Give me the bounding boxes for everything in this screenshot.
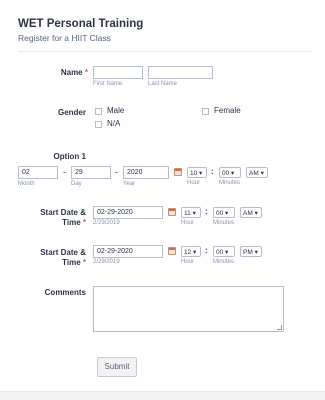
last-name-input[interactable] (148, 66, 213, 79)
hour-value: 11 (184, 210, 191, 217)
first-name-sublabel: First Name (93, 81, 123, 87)
male-option-label: Male (107, 106, 125, 115)
calendar-icon[interactable] (168, 208, 176, 216)
day-sublabel: Day (71, 181, 82, 187)
hour-sublabel: Hour (181, 220, 195, 226)
comments-label: Comments (44, 288, 86, 297)
submit-button[interactable]: Submit (97, 357, 137, 377)
start-hour-select[interactable]: 11 ▾ (181, 207, 201, 218)
month-sublabel: Month (18, 181, 35, 187)
minute-sublabel: Minutes (213, 220, 235, 226)
month-input[interactable]: 02 (18, 166, 58, 179)
header-divider (18, 51, 311, 52)
gender-label: Gender (57, 108, 86, 117)
first-name-input[interactable] (93, 66, 143, 79)
required-mark: * (84, 68, 88, 77)
last-name-sublabel: Last Name (148, 81, 178, 87)
start-label-line1: Start Date & (40, 208, 86, 217)
calendar-icon[interactable] (168, 247, 176, 255)
start-date-time-label: Start Date & Time * (18, 248, 86, 268)
required-mark: * (82, 218, 86, 227)
female-checkbox[interactable] (202, 108, 209, 115)
hour-value: 12 (184, 249, 192, 256)
start-date-time-label: Start Date & Time * (18, 208, 86, 228)
start-minute-select[interactable]: 00 ▾ (213, 207, 235, 218)
ampm-value: AM (249, 170, 259, 177)
chevron-down-icon: ▾ (254, 210, 258, 217)
year-input[interactable]: 2020 (123, 166, 169, 179)
start-ampm-select[interactable]: PM ▾ (240, 246, 262, 257)
calendar-icon[interactable] (174, 168, 182, 176)
male-checkbox[interactable] (95, 108, 102, 115)
option1-label: Option 1 (53, 152, 86, 161)
chevron-down-icon: ▾ (254, 249, 258, 256)
start-label-line2: Time (62, 218, 81, 227)
minute-select[interactable]: 00 ▾ (219, 167, 241, 178)
name-label-text: Name (60, 68, 83, 77)
date-separator: - (63, 167, 66, 177)
hour-value: 10 (190, 170, 198, 177)
start-minute-select[interactable]: 00 ▾ (213, 246, 235, 257)
time-colon: : (205, 246, 208, 255)
resize-handle[interactable] (277, 325, 282, 330)
hour-select[interactable]: 10 ▾ (187, 167, 207, 178)
start-hour-select[interactable]: 12 ▾ (181, 246, 201, 257)
chevron-down-icon: ▾ (192, 210, 196, 217)
ampm-value: PM (243, 249, 253, 256)
comments-textarea[interactable] (93, 286, 284, 332)
year-sublabel: Year (123, 181, 136, 187)
ampm-select[interactable]: AM ▾ (246, 167, 268, 178)
start-ampm-select[interactable]: AM ▾ (240, 207, 262, 218)
required-mark: * (82, 258, 86, 267)
chevron-down-icon: ▾ (225, 210, 229, 217)
bottom-bar (0, 391, 325, 400)
hour-sublabel: Hour (181, 259, 195, 265)
chevron-down-icon: ▾ (260, 170, 264, 177)
start-date-input[interactable]: 02-29-2020 (93, 245, 163, 258)
chevron-down-icon: ▾ (231, 170, 235, 177)
minute-value: 00 (216, 249, 224, 256)
time-colon: : (211, 167, 214, 176)
day-input[interactable]: 29 (71, 166, 111, 179)
chevron-down-icon: ▾ (225, 249, 229, 256)
form-title: WET Personal Training (18, 18, 144, 30)
start-label-line2: Time (62, 258, 81, 267)
form-subtitle: Register for a HIIT Class (18, 33, 111, 43)
start-date-sublabel: 2/29/2019 (93, 259, 120, 265)
time-colon: : (205, 207, 208, 216)
date-separator: - (115, 167, 118, 177)
minute-value: 00 (222, 170, 230, 177)
start-label-line1: Start Date & (40, 248, 86, 257)
start-date-input[interactable]: 02-29-2020 (93, 206, 163, 219)
name-label: Name * (40, 68, 88, 77)
chevron-down-icon: ▾ (193, 249, 197, 256)
na-checkbox[interactable] (95, 121, 102, 128)
chevron-down-icon: ▾ (199, 170, 203, 177)
minute-value: 00 (216, 210, 224, 217)
hour-sublabel: Hour (187, 180, 201, 186)
minute-sublabel: Minutes (219, 180, 241, 186)
ampm-value: AM (243, 210, 253, 217)
minute-sublabel: Minutes (213, 259, 235, 265)
na-option-label: N/A (107, 119, 121, 128)
female-option-label: Female (214, 106, 241, 115)
start-date-sublabel: 2/29/2019 (93, 220, 120, 226)
